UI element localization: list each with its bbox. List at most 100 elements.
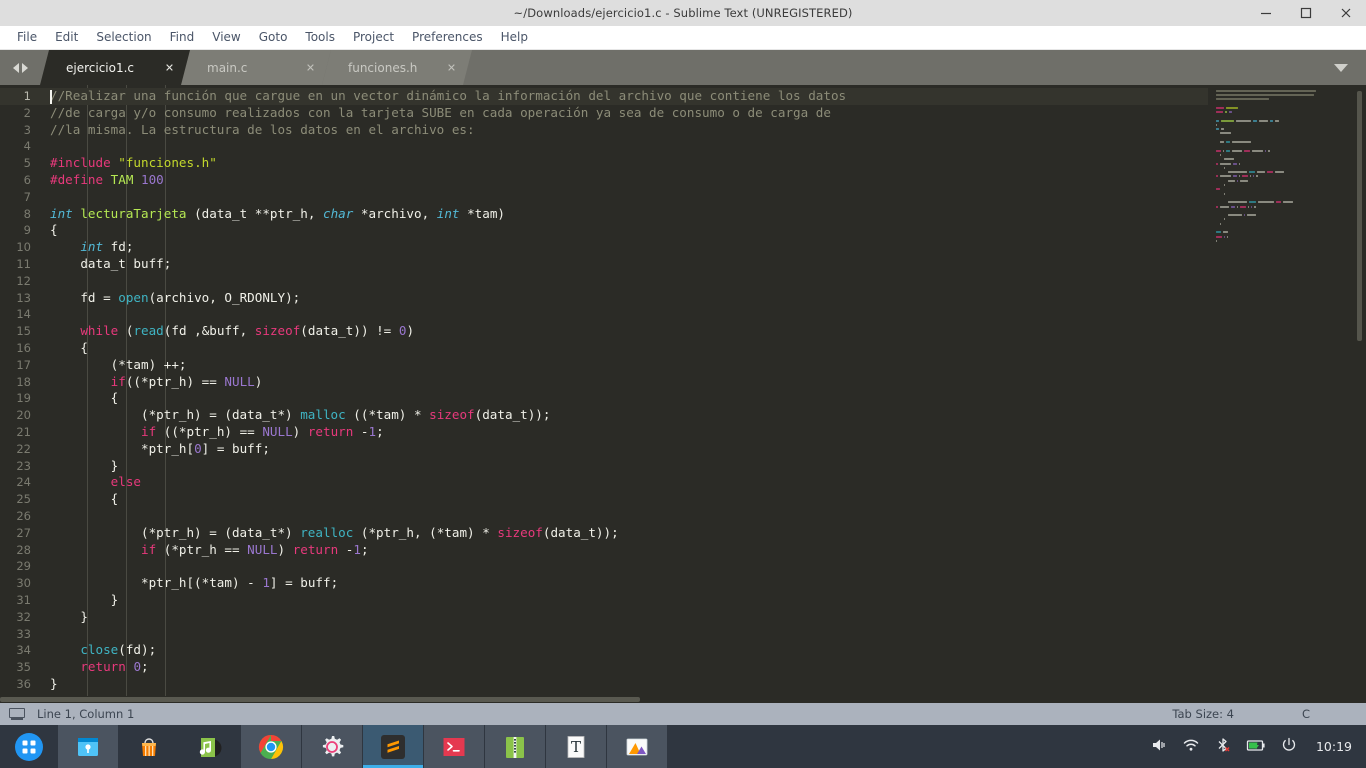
code-line[interactable]: }: [40, 458, 1366, 475]
code-line[interactable]: while (read(fd ,&buff, sizeof(data_t)) !…: [40, 323, 1366, 340]
close-icon[interactable]: [1326, 0, 1366, 26]
code-line[interactable]: #define TAM 100: [40, 172, 1366, 189]
code-line[interactable]: fd = open(archivo, O_RDONLY);: [40, 290, 1366, 307]
code-line[interactable]: close(fd);: [40, 642, 1366, 659]
code-line[interactable]: }: [40, 609, 1366, 626]
chevron-down-icon[interactable]: [1334, 63, 1348, 72]
menu-item-project[interactable]: Project: [344, 26, 403, 49]
code-line[interactable]: if ((*ptr_h) == NULL) return -1;: [40, 424, 1366, 441]
code-line[interactable]: [40, 273, 1366, 290]
tab-nav-arrows[interactable]: [0, 50, 40, 85]
menu-item-file[interactable]: File: [8, 26, 46, 49]
code-line[interactable]: int fd;: [40, 239, 1366, 256]
minimap-segment: [1256, 175, 1258, 178]
text-editor-icon[interactable]: T: [546, 725, 606, 768]
menu-item-tools[interactable]: Tools: [296, 26, 344, 49]
prev-tab-arrow-icon[interactable]: [12, 62, 19, 73]
minimap-segment: [1239, 162, 1241, 165]
line-number: 33: [16, 626, 31, 641]
menu-item-goto[interactable]: Goto: [250, 26, 297, 49]
minimap[interactable]: [1208, 85, 1366, 703]
battery-charging-icon[interactable]: [1246, 736, 1266, 758]
code-line[interactable]: //la misma. La estructura de los datos e…: [40, 122, 1366, 139]
code-line[interactable]: //Realizar una función que cargue en un …: [40, 88, 1366, 105]
menu-item-selection[interactable]: Selection: [87, 26, 160, 49]
menu-item-help[interactable]: Help: [492, 26, 537, 49]
volume-icon[interactable]: [1150, 736, 1168, 758]
code-line[interactable]: *ptr_h[(*tam) - 1] = buff;: [40, 575, 1366, 592]
terminal-icon[interactable]: [424, 725, 484, 768]
horizontal-scrollbar-thumb[interactable]: [0, 697, 640, 702]
app-menu-icon[interactable]: [0, 725, 58, 768]
code-line[interactable]: //de carga y/o consumo realizados con la…: [40, 105, 1366, 122]
google-chrome-icon[interactable]: [241, 725, 301, 768]
minimap-line: [1216, 115, 1366, 118]
tab-close-icon[interactable]: ✕: [304, 61, 317, 74]
code-line[interactable]: [40, 306, 1366, 323]
power-icon[interactable]: [1280, 736, 1298, 758]
code-line[interactable]: }: [40, 592, 1366, 609]
code-token: {: [50, 491, 119, 507]
taskbar-clock[interactable]: 10:19: [1316, 739, 1352, 754]
bluetooth-disabled-icon[interactable]: [1214, 736, 1232, 758]
tab-overflow-button[interactable]: [1316, 50, 1366, 85]
sublime-text-icon[interactable]: [363, 725, 423, 768]
code-line[interactable]: data_t buff;: [40, 256, 1366, 273]
minimap-segment: [1216, 119, 1219, 122]
minimap-segment: [1222, 231, 1228, 234]
code-line[interactable]: #include "funciones.h": [40, 155, 1366, 172]
code-line[interactable]: (*ptr_h) = (data_t*) malloc ((*tam) * si…: [40, 407, 1366, 424]
tab-size-setting[interactable]: Tab Size: 4: [1172, 707, 1234, 721]
tab-close-icon[interactable]: ✕: [445, 61, 458, 74]
tab-close-icon[interactable]: ✕: [163, 61, 176, 74]
code-token: else: [110, 474, 142, 490]
minimap-segment: [1216, 235, 1222, 238]
code-line[interactable]: if (*ptr_h == NULL) return -1;: [40, 542, 1366, 559]
settings-gear-icon[interactable]: [302, 725, 362, 768]
code-line[interactable]: [40, 558, 1366, 575]
editor-tab-ejercicio1-c[interactable]: ejercicio1.c ✕: [40, 50, 190, 85]
minimap-scrollbar[interactable]: [1357, 91, 1362, 341]
minimap-segment: [1275, 201, 1282, 204]
code-line[interactable]: [40, 138, 1366, 155]
minimap-line: [1216, 93, 1366, 96]
horizontal-scrollbar[interactable]: [0, 696, 1366, 703]
code-line[interactable]: if((*ptr_h) == NULL): [40, 374, 1366, 391]
code-line[interactable]: (*ptr_h) = (data_t*) realloc (*ptr_h, (*…: [40, 525, 1366, 542]
code-line[interactable]: {: [40, 340, 1366, 357]
code-line[interactable]: {: [40, 390, 1366, 407]
minimap-segment: [1274, 171, 1285, 174]
image-viewer-icon[interactable]: [607, 725, 667, 768]
code-line[interactable]: {: [40, 222, 1366, 239]
code-content[interactable]: //Realizar una función que cargue en un …: [40, 85, 1366, 703]
music-player-icon[interactable]: [180, 725, 240, 768]
menu-item-view[interactable]: View: [203, 26, 249, 49]
code-line[interactable]: else: [40, 474, 1366, 491]
menu-item-preferences[interactable]: Preferences: [403, 26, 492, 49]
code-line[interactable]: int lecturaTarjeta (data_t **ptr_h, char…: [40, 206, 1366, 223]
code-line[interactable]: (*tam) ++;: [40, 357, 1366, 374]
code-line[interactable]: [40, 626, 1366, 643]
menu-item-find[interactable]: Find: [161, 26, 204, 49]
editor-tabs: ejercicio1.c ✕ main.c ✕ funciones.h ✕: [40, 50, 1316, 85]
minimize-icon[interactable]: [1246, 0, 1286, 26]
code-line[interactable]: *ptr_h[0] = buff;: [40, 441, 1366, 458]
wifi-icon[interactable]: [1182, 736, 1200, 758]
menu-item-edit[interactable]: Edit: [46, 26, 87, 49]
syntax-mode[interactable]: C: [1302, 707, 1310, 721]
code-line[interactable]: return 0;: [40, 659, 1366, 676]
next-tab-arrow-icon[interactable]: [21, 62, 28, 73]
code-line[interactable]: [40, 189, 1366, 206]
code-editor[interactable]: 1 2 3 4 5 6 7 8 9 10 11 12 13 14 15 16 17 18 19 20 21 22 23 24 2…: [0, 85, 1366, 703]
maximize-icon[interactable]: [1286, 0, 1326, 26]
editor-tab-funciones-h[interactable]: funciones.h ✕: [322, 50, 472, 85]
archive-manager-icon[interactable]: [485, 725, 545, 768]
minimap-segment: [1220, 141, 1224, 144]
editor-tab-main-c[interactable]: main.c ✕: [181, 50, 331, 85]
code-line[interactable]: }: [40, 676, 1366, 693]
code-line[interactable]: [40, 508, 1366, 525]
minimap-line: [1216, 162, 1366, 165]
file-manager-icon[interactable]: [58, 725, 118, 768]
code-line[interactable]: {: [40, 491, 1366, 508]
software-store-icon[interactable]: [119, 725, 179, 768]
